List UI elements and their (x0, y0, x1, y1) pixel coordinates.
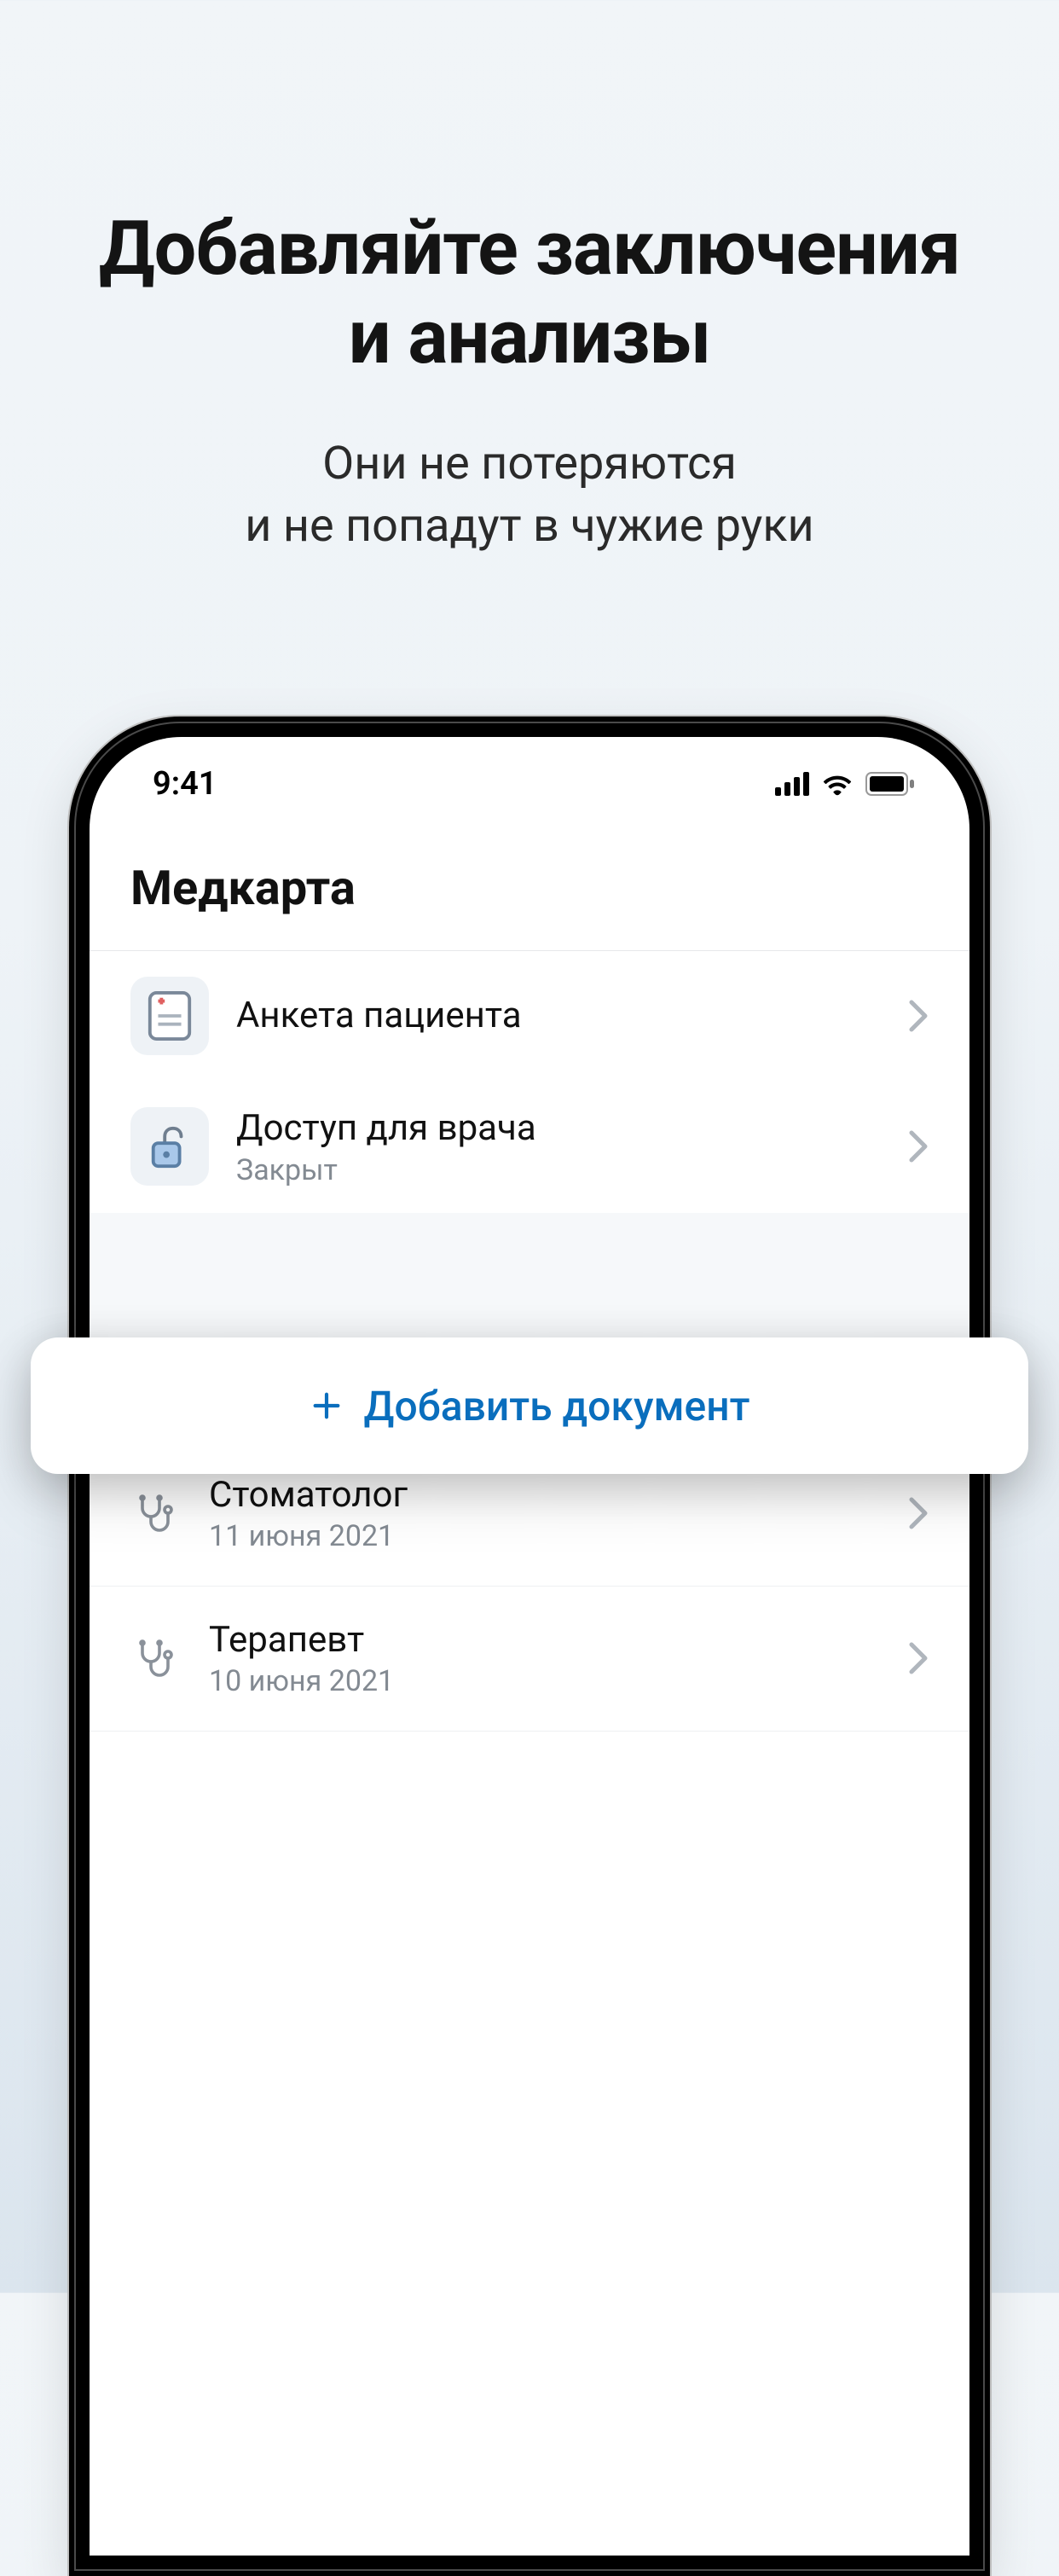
settings-list: Анкета пациента Доступ для врача Закрыт (90, 951, 969, 1213)
doctor-access-status: Закрыт (236, 1153, 881, 1187)
battery-icon (865, 772, 915, 796)
document-date: 11 июня 2021 (209, 1519, 877, 1553)
promo-subtitle: Они не потеряются и не попадут в чужие р… (68, 433, 991, 558)
patient-form-item[interactable]: Анкета пациента (90, 951, 969, 1081)
phone-frame: 9:41 Медкарта (69, 717, 990, 2576)
phone-screen: 9:41 Медкарта (90, 737, 969, 2556)
stethoscope-icon (130, 1493, 178, 1534)
document-title: Стоматолог (209, 1474, 877, 1516)
plus-icon (310, 1389, 344, 1423)
document-item[interactable]: Терапевт 10 июня 2021 (90, 1587, 969, 1732)
cellular-icon (775, 772, 809, 796)
status-bar: 9:41 (90, 737, 969, 831)
status-icons (775, 772, 915, 796)
promo-subtitle-line1: Они не потеряются (322, 437, 737, 490)
promo-header: Добавляйте заключения и анализы Они не п… (0, 0, 1059, 557)
stethoscope-icon (130, 1638, 178, 1679)
wifi-icon (821, 772, 854, 796)
add-document-button[interactable]: Добавить документ (31, 1337, 1028, 1474)
document-title: Терапевт (209, 1619, 877, 1661)
chevron-right-icon (908, 1641, 929, 1675)
promo-title-line2: и анализы (349, 293, 711, 381)
promo-title: Добавляйте заключения и анализы (68, 205, 991, 382)
doctor-access-label: Доступ для врача (236, 1106, 881, 1152)
lock-open-icon (130, 1107, 209, 1186)
chevron-right-icon (908, 999, 929, 1033)
chevron-right-icon (908, 1129, 929, 1163)
document-date: 10 июня 2021 (209, 1664, 877, 1698)
doctor-access-item[interactable]: Доступ для врача Закрыт (90, 1081, 969, 1213)
promo-title-line1: Добавляйте заключения (99, 205, 960, 293)
promo-subtitle-line2: и не попадут в чужие руки (245, 499, 813, 553)
page-title: Медкарта (90, 831, 969, 951)
patient-form-icon (130, 977, 209, 1055)
add-document-label: Добавить документ (364, 1382, 750, 1430)
status-time: 9:41 (153, 765, 217, 803)
chevron-right-icon (908, 1496, 929, 1530)
patient-form-label: Анкета пациента (236, 994, 881, 1039)
